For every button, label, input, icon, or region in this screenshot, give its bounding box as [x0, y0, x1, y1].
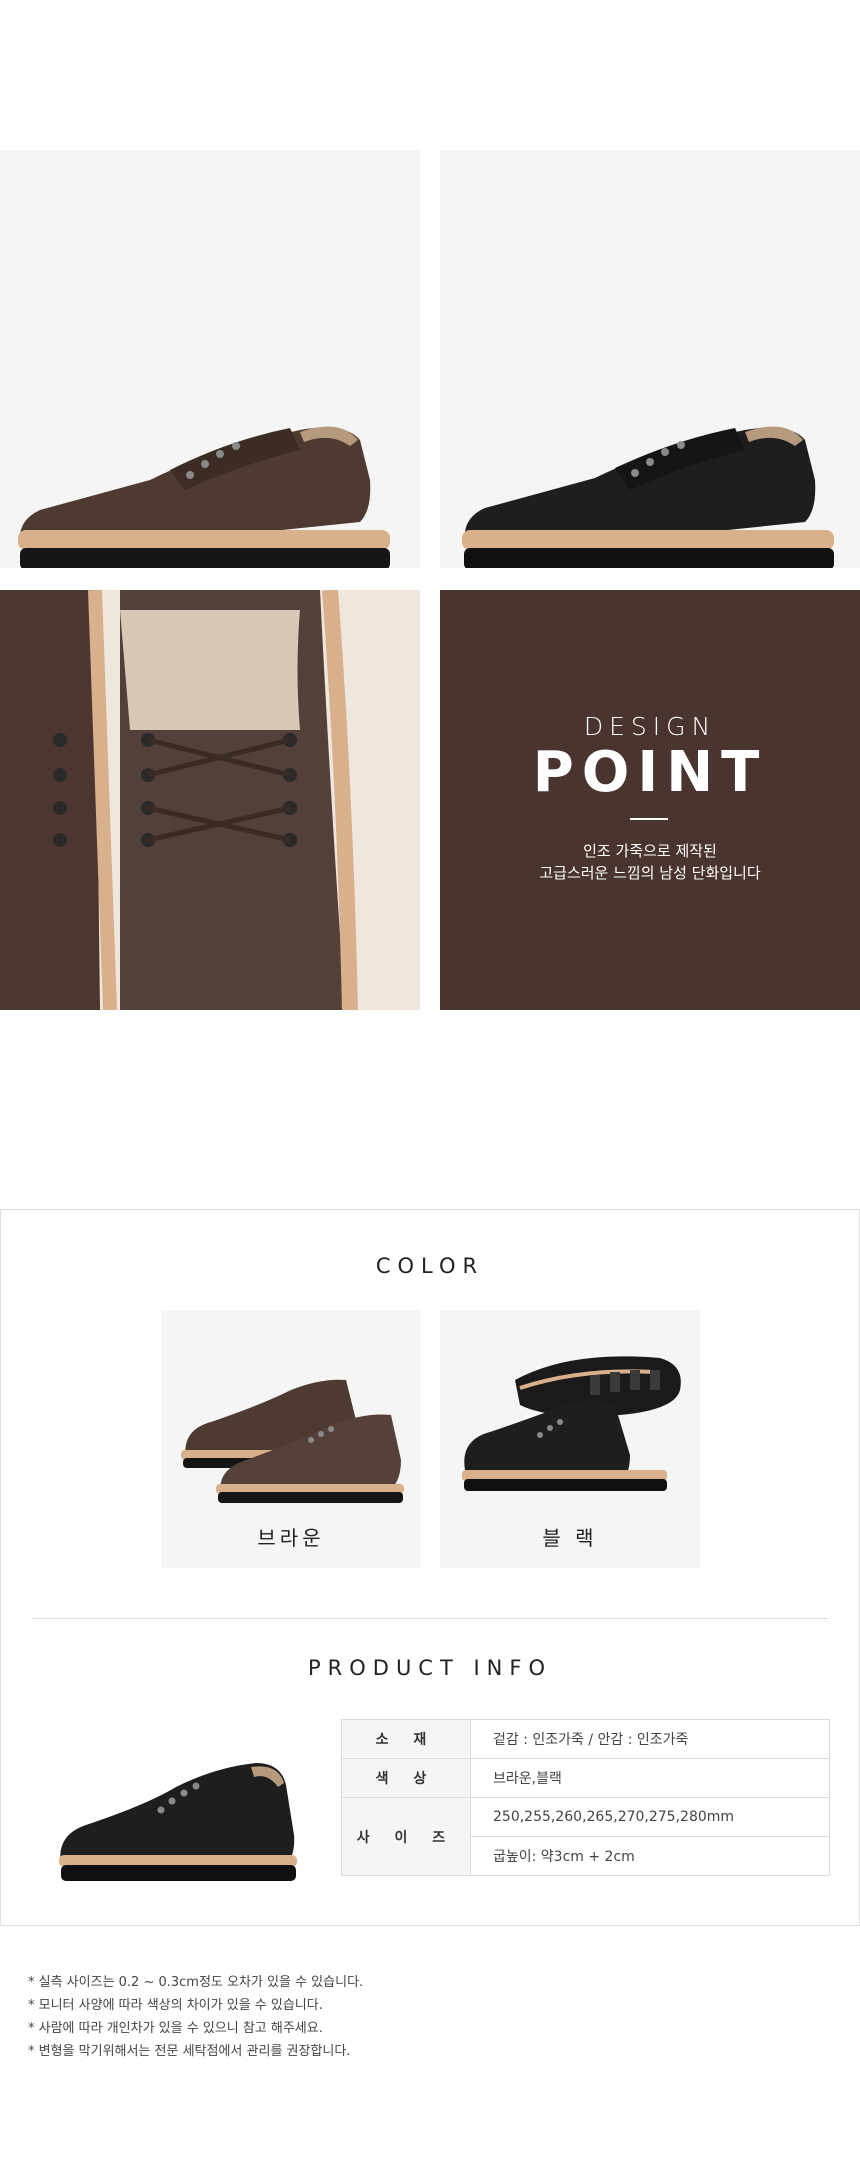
- brown-shoe-image: [18, 426, 390, 568]
- spec-value-size: 250,255,260,265,270,275,280mm: [470, 1797, 830, 1837]
- brown-shoe-pair-image: [181, 1379, 404, 1503]
- design-description-line2: 고급스러운 느낌의 남성 단화입니다: [539, 864, 761, 882]
- design-description-line1: 인조 가죽으로 제작된: [583, 842, 717, 860]
- notice-item: * 변형을 막기위해서는 전문 세탁점에서 관리를 권장합니다.: [28, 2044, 351, 2059]
- brown-shoe-closeup-photo: [0, 590, 420, 1010]
- brown-shoe-photo: [0, 150, 420, 568]
- color-label-brown: 브라운: [257, 1526, 325, 1550]
- design-label: DESIGN: [583, 712, 717, 741]
- notice-list: * 실측 사이즈는 0.2 ~ 0.3cm정도 오차가 있을 수 있습니다. *…: [28, 1971, 848, 2063]
- notice-item: * 사람에 따라 개인차가 있을 수 있으니 참고 해주세요.: [28, 2021, 323, 2036]
- product-detail-box: COLOR 브라운 블 랙 PRODUCT INFO 소 재 겉감: 인조가죽…: [0, 1209, 860, 1926]
- shoe-closeup-image: [0, 590, 420, 1010]
- color-section-title: COLOR: [375, 1254, 485, 1278]
- notice-item: * 모니터 사양에 따라 색상의 차이가 있을 수 있습니다.: [28, 1998, 323, 2013]
- color-option-brown[interactable]: 브라운: [161, 1310, 421, 1568]
- notice-item: * 실측 사이즈는 0.2 ~ 0.3cm정도 오차가 있을 수 있습니다.: [28, 1975, 364, 1990]
- spec-key-size: 사 이 즈: [341, 1797, 471, 1876]
- product-info-shoe-image: [59, 1763, 297, 1881]
- spec-row-color: 색 상 브라운,블랙: [341, 1758, 830, 1798]
- spec-row-size: 사 이 즈 250,255,260,265,270,275,280mm: [341, 1797, 830, 1876]
- title-rule: [630, 818, 668, 820]
- section-divider: [31, 1618, 829, 1619]
- point-title: POINT: [532, 740, 768, 805]
- spec-key-color: 색 상: [341, 1758, 471, 1798]
- spec-key-material: 소 재: [341, 1719, 471, 1759]
- spec-value-material: 겉감 : 인조가죽 / 안감 : 인조가죽: [470, 1719, 830, 1759]
- spec-row-material: 소 재 겉감 : 인조가죽 / 안감 : 인조가죽: [341, 1719, 830, 1759]
- spec-value-heel: 굽높이: 약3cm + 2cm: [470, 1836, 830, 1876]
- black-shoe-pair-image: [462, 1356, 681, 1491]
- product-info-title: PRODUCT INFO: [307, 1656, 552, 1680]
- product-spec-table: 소 재 겉감 : 인조가죽 / 안감 : 인조가죽 색 상 브라운,블랙 사 이…: [341, 1719, 830, 1876]
- black-shoe-image: [462, 426, 834, 568]
- spec-value-color: 브라운,블랙: [470, 1758, 830, 1798]
- color-option-black[interactable]: 블 랙: [440, 1310, 700, 1568]
- design-point-panel: DESIGN POINT 인조 가죽으로 제작된 고급스러운 느낌의 남성 단화…: [440, 590, 860, 1010]
- black-shoe-photo: [440, 150, 860, 568]
- color-label-black: 블 랙: [542, 1526, 598, 1550]
